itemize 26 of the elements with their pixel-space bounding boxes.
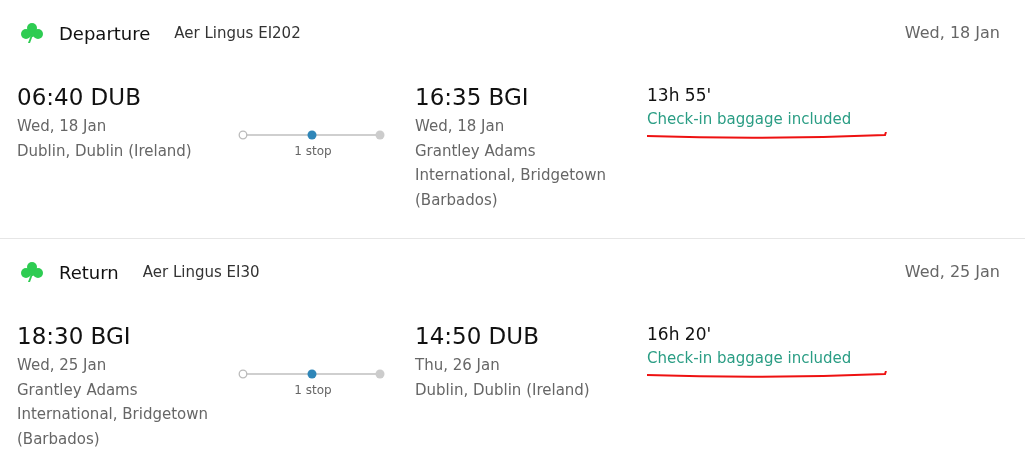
- flight-date: Wed, 25 Jan: [17, 355, 108, 376]
- leg-date: Wed, 25 Jan: [904, 261, 1000, 283]
- stop-count: 1 stop: [294, 143, 332, 160]
- airport-name: Dublin, Dublin (Ireland): [17, 140, 193, 162]
- shamrock-icon: [20, 22, 44, 44]
- airport-name: Grantley Adams International, Bridgetown (Barbados): [17, 379, 209, 450]
- flight-time: 06:40 DUB: [17, 83, 142, 112]
- flight-duration: 13h 55': [647, 84, 713, 106]
- leg-date: Wed, 18 Jan: [904, 22, 1000, 44]
- flight-time: 14:50 DUB: [415, 322, 540, 351]
- flight-date: Thu, 26 Jan: [415, 355, 501, 376]
- flight-time: 18:30 BGI: [17, 322, 132, 351]
- flight-time: 16:35 BGI: [415, 83, 530, 112]
- flight-date: Wed, 18 Jan: [17, 116, 108, 137]
- airline-flight: Aer Lingus EI202: [174, 22, 301, 44]
- airline-flight: Aer Lingus EI30: [142, 261, 260, 283]
- airport-name: Grantley Adams International, Bridgetown (Barbados): [415, 140, 607, 211]
- baggage-info: Check-in baggage included: [647, 348, 853, 369]
- stop-count: 1 stop: [294, 382, 332, 399]
- flight-date: Wed, 18 Jan: [415, 116, 506, 137]
- leg-label: Departure: [59, 21, 151, 46]
- shamrock-icon: [20, 261, 44, 283]
- flight-duration: 16h 20': [647, 323, 713, 345]
- leg-label: Return: [59, 260, 119, 285]
- airport-name: Dublin, Dublin (Ireland): [415, 379, 591, 401]
- baggage-info: Check-in baggage included: [647, 109, 853, 130]
